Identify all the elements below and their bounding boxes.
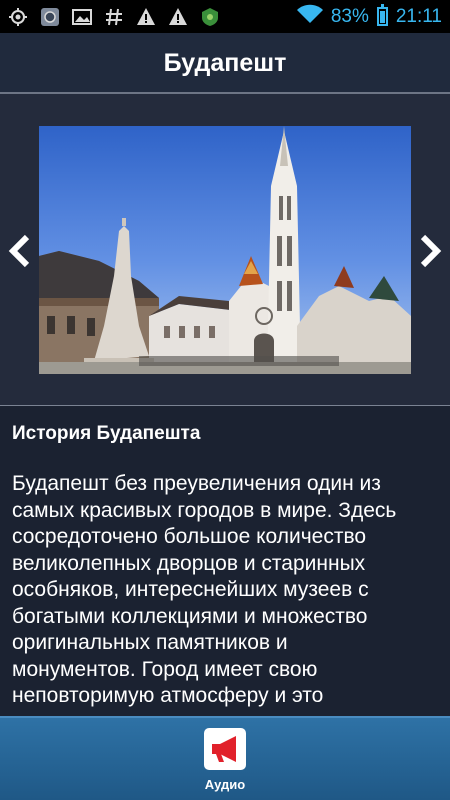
image-gallery bbox=[0, 94, 450, 405]
battery-percent: 83% bbox=[330, 5, 369, 27]
system-indicators: 83% 21:11 bbox=[296, 4, 442, 30]
article-line: Будапешт без преувеличения один из bbox=[12, 472, 381, 495]
article-line: самых красивых городов в мире. Здесь bbox=[12, 498, 397, 522]
hash-icon bbox=[104, 7, 124, 27]
notification-icons bbox=[8, 7, 220, 27]
chevron-left-icon bbox=[8, 234, 30, 268]
article-line: великолепных дворцов и старинных bbox=[12, 551, 366, 575]
photo-app-icon bbox=[40, 7, 60, 27]
megaphone-icon bbox=[204, 728, 246, 770]
article-line: сосредоточено большое количество bbox=[12, 525, 367, 548]
audio-button[interactable]: Аудио bbox=[195, 728, 255, 798]
article-line: особняков, интереснейших музеев с bbox=[12, 578, 369, 601]
audio-label: Аудио bbox=[204, 777, 246, 792]
previous-image-button[interactable] bbox=[2, 230, 36, 272]
next-image-button[interactable] bbox=[414, 230, 448, 272]
article-body: Будапешт без преувеличения один из самых… bbox=[12, 471, 438, 710]
gallery-photo[interactable] bbox=[39, 126, 411, 374]
warning-icon bbox=[136, 7, 156, 27]
article-line: богатыми коллекциями и множество bbox=[12, 604, 368, 628]
android-icon bbox=[200, 7, 220, 27]
status-bar: 83% 21:11 bbox=[0, 0, 450, 33]
article-line: монументов. Город имеет свою bbox=[12, 657, 318, 681]
warning-icon bbox=[168, 7, 188, 27]
clock: 21:11 bbox=[395, 5, 442, 27]
battery-icon bbox=[376, 4, 388, 26]
article-title: История Будапешта bbox=[12, 423, 201, 444]
gallery-icon bbox=[72, 7, 92, 27]
article-line: неповторимую атмосферу и это bbox=[12, 684, 324, 707]
article-line: оригинальных памятников и bbox=[12, 631, 288, 654]
chevron-right-icon bbox=[420, 234, 442, 268]
gps-icon bbox=[8, 7, 28, 27]
article-content[interactable]: История Будапешта Будапешт без преувелич… bbox=[0, 406, 450, 716]
church-photo-illustration bbox=[39, 126, 411, 374]
app-header: Будапешт bbox=[0, 33, 450, 93]
wifi-icon bbox=[296, 4, 323, 30]
page-title: Будапешт bbox=[163, 48, 287, 77]
bottom-toolbar: Аудио bbox=[0, 716, 450, 800]
